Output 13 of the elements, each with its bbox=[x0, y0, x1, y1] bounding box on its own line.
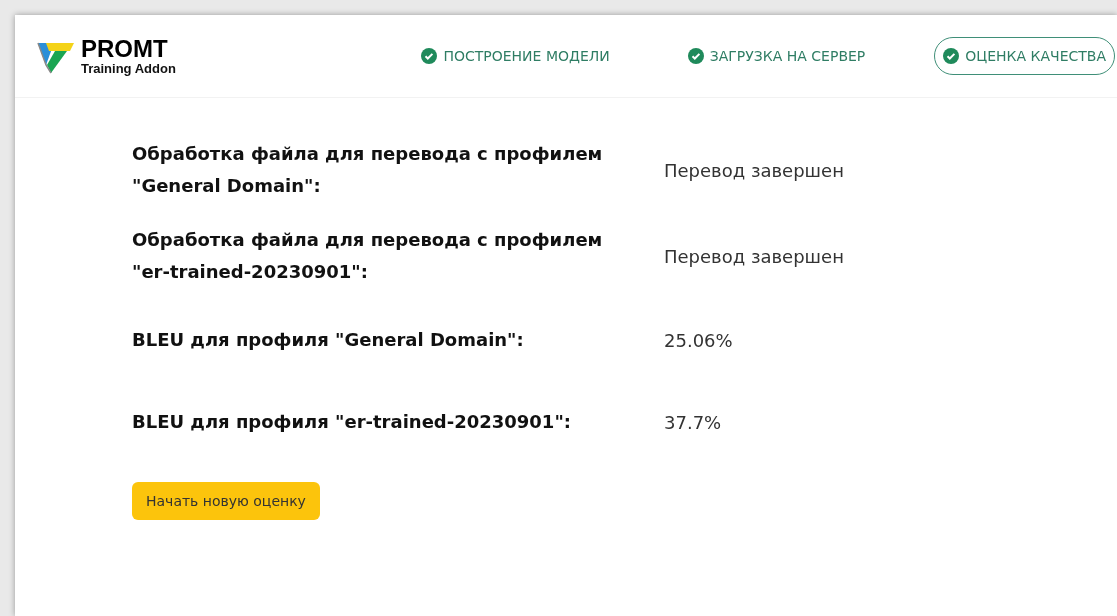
logo-subtitle: Training Addon bbox=[81, 60, 176, 76]
result-label: BLEU для профиля "er-trained-20230901": bbox=[132, 410, 572, 434]
result-value: Перевод завершен bbox=[663, 159, 844, 181]
result-label: Обработка файла для перевода с профилем "General Domain": bbox=[132, 142, 604, 198]
step-tab[interactable]: ЗАГРУЗКА НА СЕРВЕР bbox=[678, 37, 875, 75]
step-tab[interactable]: ПОСТРОЕНИЕ МОДЕЛИ bbox=[412, 37, 619, 75]
result-label: Обработка файла для перевода с профилем "er-trained-20230901": bbox=[132, 228, 604, 284]
result-label: BLEU для профиля "General Domain": bbox=[132, 328, 525, 352]
result-value: 25.06% bbox=[663, 329, 733, 351]
new-evaluation-button[interactable]: Начать новую оценку bbox=[132, 482, 320, 520]
logo-title: PROMT bbox=[81, 36, 169, 61]
result-value: Перевод завершен bbox=[663, 245, 844, 267]
result-value: 37.7% bbox=[663, 411, 722, 433]
